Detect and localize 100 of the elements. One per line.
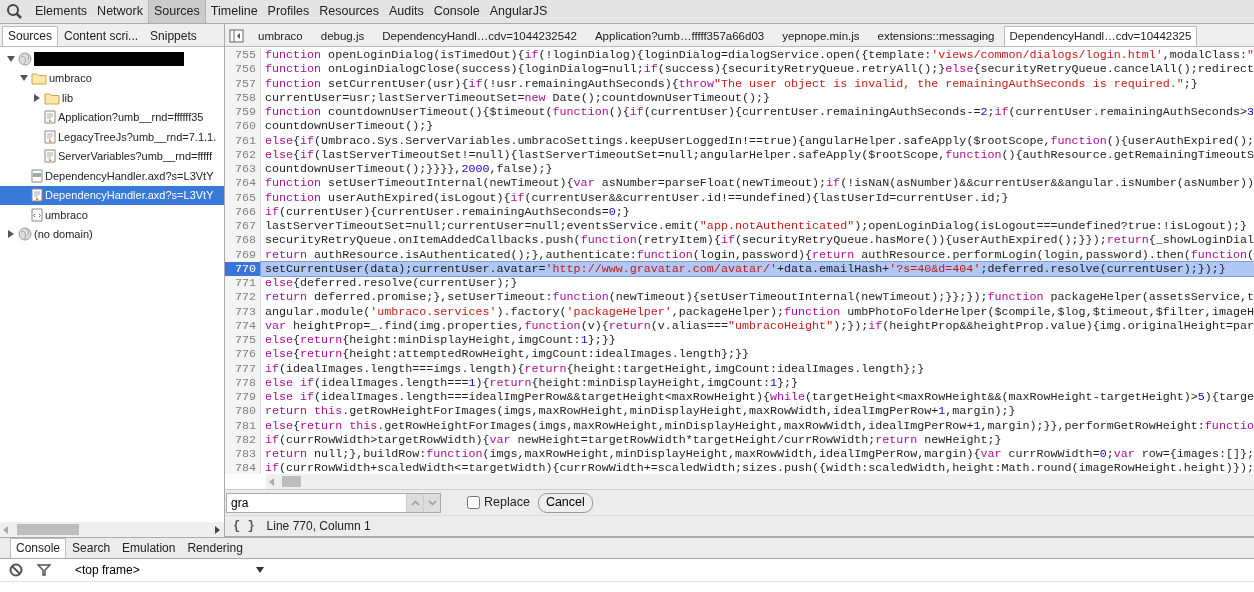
code-line: return null;},buildRow:function(imgs,maxRowHeight,minDisplayHeight,maxRowWidth,idealImgPerRow,margin){var currRowWidth=0;var row={images:[]}; [264, 447, 1254, 462]
file-tab[interactable]: yepnope.min.js [773, 26, 869, 46]
code-line: else{return this.getRowHeightForImages(imgs,maxRowHeight,minDisplayHeight,maxRowWidth,idealImgPerRow+1,margin);}},performGetRowHeight:functio [264, 418, 1254, 433]
code-line: return deferred.promise;},setUserTimeout:function(newTimeout){setUserTimeoutInternal(newTimeout);}};});function packageHelper(assetsService,t [264, 290, 1254, 305]
line-number: 759 [225, 105, 261, 120]
scrollbar-thumb[interactable] [282, 476, 301, 487]
code-line: else{return{height:attemptedRowHeight,imgCount:idealImages.length};}} [264, 347, 750, 362]
tree-item[interactable]: umbraco [0, 205, 224, 225]
code-line: else{deferred.resolve(currentUser);} [264, 276, 519, 291]
replace-checkbox[interactable] [467, 496, 480, 509]
tree-item[interactable]: lib [0, 88, 224, 108]
code-line: function openLoginDialog(isTimedOut){if(!loginDialog){loginDialog=dialogService.open({template:'views/common/dialogs/login.html',modalClass:" [264, 48, 1254, 63]
panel-tab[interactable]: Console [428, 0, 485, 23]
file-tab[interactable]: Application?umb…fffff357a66d03 [585, 26, 774, 46]
navigator-tab[interactable]: Content scri... [58, 26, 145, 46]
search-field[interactable]: gra [226, 492, 441, 513]
horizontal-scrollbar[interactable] [0, 522, 224, 537]
file-tab[interactable]: umbraco [249, 26, 312, 46]
tree-item[interactable]: DependencyHandler.axd?s=L3VtY [0, 166, 224, 186]
stylesheet-file-icon [31, 168, 43, 183]
code-line: if(currRowWidth>targetRowWidth){var newHeight=targetRowWidth*targetHeight/currRowWidth;return newHeight;} [264, 432, 1003, 447]
folder-icon [31, 71, 47, 86]
code-line: else{if(Umbraco.Sys.ServerVariables.umbracoSettings.keepUserLoggedIn!==true){angularHelper.safeApply($rootScope,function(){userAuthExpired(); [264, 133, 1254, 148]
script-file-icon [44, 149, 56, 164]
file-tab[interactable]: DependencyHandl…cdv=1044232542 [373, 26, 586, 46]
tree-item[interactable]: Application?umb__rnd=ffffff35 [0, 107, 224, 127]
code-line: return this.getRowHeightForImages(imgs,maxRowHeight,minDisplayHeight,maxRowWidth,idealImgPerRow+1,margin);} [264, 404, 1017, 419]
line-number: 756 [225, 62, 261, 77]
scrollbar-thumb[interactable] [17, 524, 79, 535]
code-line: countdownUserTimeout();} [264, 119, 435, 134]
drawer-tab[interactable]: Rendering [181, 538, 249, 558]
tree-item[interactable]: umbraco [0, 68, 224, 88]
globe-icon [18, 227, 32, 242]
code-line: if(idealImages.length===imgs.length){return{height:targetHeight,imgCount:idealImages.length};} [264, 361, 926, 376]
file-tab[interactable]: DependencyHandl…cdv=10442325 [1003, 26, 1198, 46]
panel-tab[interactable]: Profiles [262, 0, 315, 23]
panel-tab[interactable]: Network [92, 0, 148, 23]
panel-tab[interactable]: Resources [314, 0, 385, 23]
line-number: 776 [225, 347, 261, 362]
code-line: if(currentUser){currentUser.remainingAuthSeconds=0;} [264, 204, 631, 219]
tree-item[interactable]: LegacyTreeJs?umb__rnd=7.1.1. [0, 127, 224, 147]
drawer-tab[interactable]: Emulation [116, 538, 182, 558]
filter-icon[interactable] [37, 563, 51, 577]
code-line: lastServerTimeoutSet=null;currentUser=null;eventsService.emit("app.notAuthenticated");openLoginDialog(isLogout===undefined?true:!isLogout);} [264, 219, 1248, 234]
script-file-icon [44, 110, 56, 125]
line-number: 768 [225, 233, 261, 248]
line-number: 772 [225, 290, 261, 305]
code-line: return authResource.isAuthenticated();},authenticate:function(login,password){return authResource.performLogin(login,password).then(function( [264, 247, 1254, 262]
code-line: function setUserTimeoutInternal(newTimeout){var asNumber=parseFloat(newTimeout);if(!isNaN(asNumber)&&currentUser&&angular.isNumber(asNumber)) [264, 176, 1254, 191]
panel-tab[interactable]: Sources [147, 0, 206, 23]
chevron-up-icon [410, 499, 420, 506]
panel-tab[interactable]: Audits [384, 0, 429, 23]
drawer-tab[interactable]: Console [10, 538, 67, 558]
code-line: else if(idealImages.length===1){return{height:minDisplayHeight,imgCount:1};} [264, 375, 800, 390]
code-line: var heightProp=_.find(img.properties,function(v){return(v.alias==="umbracoHeight");});if(heightProp&&heightProp.value){img.originalHeight=par [264, 318, 1254, 333]
code-line: function setCurrentUser(usr){if(!usr.remainingAuthSeconds){throw"The user object is invalid, the remainingAuthSeconds is required.";} [264, 76, 1199, 91]
expanded-arrow-icon[interactable] [6, 53, 16, 64]
document-file-icon [31, 207, 43, 222]
replace-label[interactable]: Replace [484, 493, 530, 512]
navigator-tab[interactable]: Snippets [144, 26, 203, 46]
code-line: function userAuthExpired(isLogout){if(currentUser&&currentUser.id!==undefined){lastUserId=currentUser.id;} [264, 190, 1010, 205]
line-number: 771 [225, 276, 261, 291]
code-line: else if(idealImages.length===idealImgPerRow&&targetHeight<maxRowHeight){while(targetHeight<maxRowHeight&&(maxRowHeight-targetHeight)>5){targe [264, 390, 1254, 405]
tree-item[interactable]: (no domain) [0, 224, 224, 244]
horizontal-scrollbar[interactable] [266, 474, 1254, 489]
script-file-icon [31, 188, 43, 203]
code-line: if(currRowWidth+scaledWidth<=targetWidth){currRowWidth+=scaledWidth;sizes.push({width:scaledWidth,height:Math.round(imageRowHeight.height)}); [264, 461, 1254, 474]
file-tab[interactable]: extensions::messaging [868, 26, 1004, 46]
script-file-icon [44, 129, 56, 144]
line-number: 755 [225, 48, 261, 63]
line-number: 780 [225, 404, 261, 419]
folder-icon [44, 90, 60, 105]
panel-tab[interactable]: Elements [30, 0, 93, 23]
frame-selector[interactable]: <top frame> [65, 561, 265, 579]
line-number: 775 [225, 333, 261, 348]
line-number: 779 [225, 390, 261, 405]
globe-icon [18, 51, 32, 66]
cursor-position: Line 770, Column 1 [266, 518, 371, 535]
pretty-print-button[interactable]: { } [233, 517, 255, 535]
cancel-button[interactable]: Cancel [537, 492, 593, 513]
clear-icon[interactable] [9, 563, 23, 577]
code-line: else{if(lastServerTimeoutSet!=null){lastServerTimeoutSet=null;angularHelper.safeApply($rootScope,function(){authResource.getRemainingTimeoutS [264, 147, 1254, 162]
code-line: countdownUserTimeout();}}}},2000,false);} [264, 162, 554, 177]
code-line: function onLoginDialogClose(success){loginDialog=null;if(success){securityRetryQueue.retryAll();}else{securityRetryQueue.cancelAll();redirect [264, 62, 1254, 77]
code-line: currentUser=usr;lastServerTimeoutSet=new Date();countdownUserTimeout();} [264, 90, 771, 105]
file-tab[interactable]: debug.js [311, 26, 374, 46]
collapsed-arrow-icon[interactable] [32, 92, 42, 103]
line-number: 764 [225, 176, 261, 191]
navigator-tab[interactable]: Sources [2, 26, 59, 46]
code-line: angular.module('umbraco.services').factory('packageHelper',packageHelper);function umbPhotoFolderHelper($compile,$log,$timeout,$filter,imageH [264, 304, 1254, 319]
code-line: else{return{height:minDisplayHeight,imgCount:1};}} [264, 333, 617, 348]
line-number: 760 [225, 119, 261, 134]
tree-item[interactable]: ServerVariables?umb__rnd=fffff [0, 146, 224, 166]
chevron-down-icon [427, 499, 437, 506]
collapsed-arrow-icon[interactable] [6, 229, 16, 240]
code-line: function countdownUserTimeout(){$timeout(function(){if(currentUser){currentUser.remainingAuthSeconds-=2;if(currentUser.remainingAuthSeconds>3 [264, 105, 1254, 120]
tree-item[interactable]: DependencyHandler.axd?s=L3VtY [0, 185, 224, 205]
panel-tab[interactable]: AngularJS [484, 0, 553, 23]
drawer-tab[interactable]: Search [66, 538, 117, 558]
panel-tab[interactable]: Timeline [205, 0, 263, 23]
